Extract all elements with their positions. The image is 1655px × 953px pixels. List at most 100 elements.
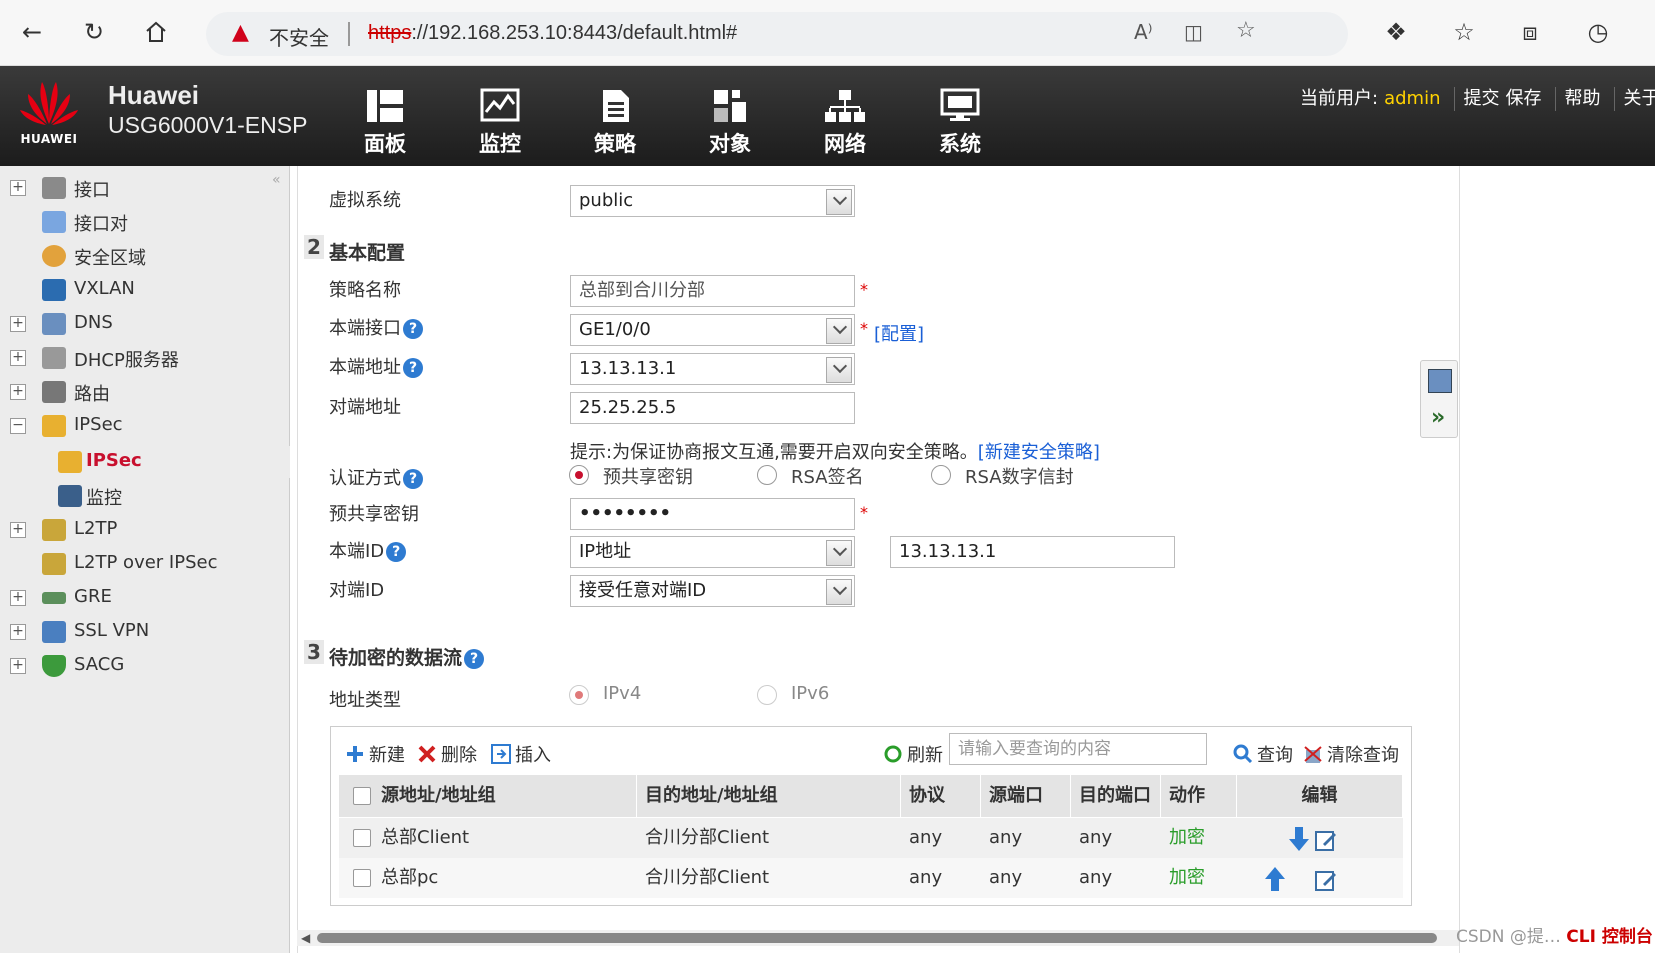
- nav-policy[interactable]: 策略: [570, 88, 660, 162]
- collections-icon[interactable]: ⧈: [1512, 14, 1548, 50]
- table-row[interactable]: 总部pc 合川分部Client any any any 加密: [339, 858, 1403, 898]
- column-header-protocol[interactable]: 协议: [901, 775, 981, 817]
- column-header-dest-port[interactable]: 目的端口: [1071, 775, 1161, 817]
- favorites-icon[interactable]: ☆: [1446, 14, 1482, 50]
- policy-name-input[interactable]: 总部到合川分部: [570, 275, 855, 307]
- sidebar-item-l2tp[interactable]: + L2TP: [0, 514, 290, 546]
- about-button[interactable]: 关于: [1623, 88, 1655, 109]
- sidebar-item-ipsec-monitor[interactable]: 监控: [0, 480, 290, 512]
- sidebar-collapse-icon[interactable]: «: [272, 172, 281, 188]
- expand-icon[interactable]: +: [10, 316, 26, 332]
- help-icon[interactable]: ?: [386, 542, 407, 562]
- collapse-icon[interactable]: −: [10, 418, 26, 434]
- expand-icon[interactable]: +: [10, 658, 26, 674]
- local-interface-select[interactable]: GE1/0/0: [570, 314, 855, 346]
- insert-button[interactable]: 插入: [491, 741, 551, 767]
- column-header-destination[interactable]: 目的地址/地址组: [637, 775, 901, 817]
- chevron-down-icon[interactable]: [832, 541, 848, 557]
- expand-right-icon[interactable]: »: [1431, 405, 1445, 430]
- expand-icon[interactable]: +: [10, 624, 26, 640]
- refresh-button[interactable]: 刷新: [883, 741, 943, 767]
- local-address-select[interactable]: 13.13.13.1: [570, 353, 855, 385]
- expand-icon[interactable]: +: [10, 522, 26, 538]
- sidebar-item-routing[interactable]: + 路由: [0, 376, 290, 408]
- save-button[interactable]: 保存: [1505, 88, 1541, 109]
- sidebar-item-l2tp-over-ipsec[interactable]: L2TP over IPSec: [0, 548, 290, 580]
- edit-icon[interactable]: [1315, 866, 1337, 891]
- reload-icon[interactable]: ↻: [76, 14, 112, 50]
- sidebar-item-ssl-vpn[interactable]: + SSL VPN: [0, 616, 290, 648]
- psk-input[interactable]: ••••••••: [570, 498, 855, 530]
- config-link[interactable]: [配置]: [874, 320, 924, 346]
- auth-rsa-sign-radio[interactable]: [757, 465, 777, 485]
- read-aloud-icon[interactable]: A⁾: [1134, 20, 1153, 44]
- nav-network[interactable]: 网络: [800, 88, 890, 162]
- vsys-select[interactable]: public: [570, 185, 855, 217]
- scrollbar-thumb[interactable]: [317, 933, 1437, 943]
- nav-object[interactable]: 对象: [685, 88, 775, 162]
- url-text[interactable]: https://192.168.253.10:8443/default.html…: [368, 22, 737, 45]
- new-security-policy-link[interactable]: [新建安全策略]: [978, 442, 1100, 463]
- sidebar-item-security-zone[interactable]: 安全区域: [0, 240, 290, 272]
- help-icon[interactable]: ?: [403, 469, 423, 489]
- submit-button[interactable]: 提交: [1463, 88, 1499, 109]
- ipv6-radio[interactable]: [757, 685, 777, 705]
- edit-icon[interactable]: [1315, 826, 1337, 851]
- extensions-icon[interactable]: ❖: [1378, 14, 1414, 50]
- chevron-down-icon[interactable]: [832, 358, 848, 374]
- sidebar-item-interface[interactable]: + 接口: [0, 172, 290, 204]
- sidebar-item-ipsec-group[interactable]: − IPSec: [0, 410, 290, 442]
- sidebar-item-interface-pair[interactable]: 接口对: [0, 206, 290, 238]
- column-header-action[interactable]: 动作: [1161, 775, 1237, 817]
- local-id-type-select[interactable]: IP地址: [570, 536, 855, 568]
- help-icon[interactable]: ?: [403, 319, 423, 339]
- back-icon[interactable]: ←: [14, 14, 50, 50]
- local-id-input[interactable]: 13.13.13.1: [890, 536, 1175, 568]
- nav-monitor[interactable]: 监控: [455, 88, 545, 162]
- move-down-icon[interactable]: [1289, 826, 1309, 851]
- auth-psk-radio[interactable]: [569, 465, 589, 485]
- help-icon[interactable]: ?: [464, 648, 485, 669]
- sidebar-item-gre[interactable]: + GRE: [0, 582, 290, 614]
- expand-icon[interactable]: +: [10, 384, 26, 400]
- peer-id-select[interactable]: 接受任意对端ID: [570, 575, 855, 607]
- expand-icon[interactable]: +: [10, 590, 26, 606]
- chevron-down-icon[interactable]: [832, 319, 848, 335]
- cli-console-link[interactable]: CLI 控制台: [1566, 927, 1653, 947]
- clear-search-button[interactable]: 清除查询: [1303, 741, 1399, 767]
- nav-system[interactable]: 系统: [915, 88, 1005, 162]
- search-button[interactable]: 查询: [1233, 741, 1293, 767]
- search-input[interactable]: 请输入要查询的内容: [949, 733, 1207, 765]
- select-all-checkbox[interactable]: [353, 787, 371, 805]
- table-row[interactable]: 总部Client 合川分部Client any any any 加密: [339, 818, 1403, 858]
- row-checkbox[interactable]: [353, 829, 371, 847]
- sidebar-item-dns[interactable]: + DNS: [0, 308, 290, 340]
- scroll-left-icon[interactable]: ◀: [301, 931, 310, 945]
- sidebar-item-dhcp-server[interactable]: + DHCP服务器: [0, 342, 290, 374]
- address-bar[interactable]: ▲ 不安全 https://192.168.253.10:8443/defaul…: [206, 12, 1348, 56]
- nav-dashboard[interactable]: 面板: [340, 88, 430, 162]
- expand-icon[interactable]: +: [10, 180, 26, 196]
- chevron-down-icon[interactable]: [832, 580, 848, 596]
- peer-address-input[interactable]: 25.25.25.5: [570, 392, 855, 424]
- split-screen-icon[interactable]: ◫: [1184, 20, 1203, 44]
- help-icon[interactable]: ?: [403, 358, 423, 378]
- add-favorite-icon[interactable]: ☆: [1236, 18, 1256, 43]
- ipv4-radio[interactable]: [569, 685, 589, 705]
- sidebar-item-vxlan[interactable]: VXLAN: [0, 274, 290, 306]
- sidebar-item-ipsec[interactable]: IPSec: [0, 446, 290, 478]
- horizontal-scrollbar[interactable]: ◀: [297, 930, 1459, 946]
- move-up-icon[interactable]: [1265, 866, 1285, 891]
- chevron-down-icon[interactable]: [832, 190, 848, 206]
- history-icon[interactable]: ◷: [1580, 14, 1616, 50]
- auth-rsa-envelope-radio[interactable]: [931, 465, 951, 485]
- sidebar-item-sacg[interactable]: + SACG: [0, 650, 290, 682]
- help-button[interactable]: 帮助: [1564, 88, 1600, 109]
- new-button[interactable]: 新建: [345, 741, 405, 767]
- column-header-source-port[interactable]: 源端口: [981, 775, 1071, 817]
- panel-toggle-icon[interactable]: [1428, 369, 1452, 393]
- expand-icon[interactable]: +: [10, 350, 26, 366]
- row-checkbox[interactable]: [353, 869, 371, 887]
- home-icon[interactable]: [138, 14, 174, 50]
- delete-button[interactable]: 删除: [417, 741, 477, 767]
